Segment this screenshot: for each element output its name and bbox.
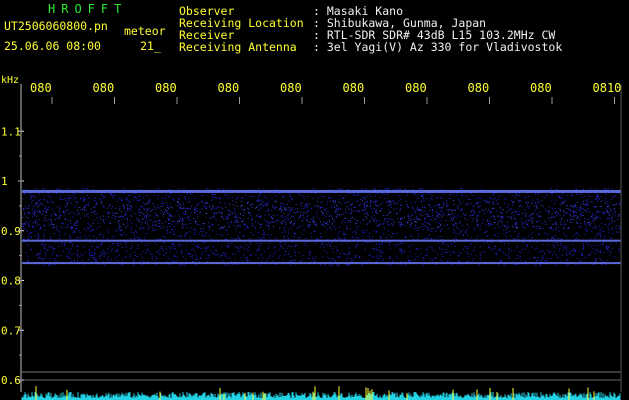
time-tick-label: 080	[343, 81, 365, 95]
time-tick-label: 080	[530, 81, 552, 95]
time-tick-label: 0810	[593, 81, 622, 95]
spectrogram: 080 080 080 080 080 080 080 080 080 0810 1.1 1 0.9 0.…	[1, 75, 623, 400]
time-tick-label: 080	[93, 81, 115, 95]
time-tick-label: 080	[405, 81, 427, 95]
carrier-line	[22, 262, 621, 265]
hrofft-window: HROFFT UT2506060800.pn meteor 25.06.06 0…	[0, 0, 629, 400]
noise-layer	[22, 188, 623, 266]
noise-speckle	[22, 188, 623, 266]
freq-tick-label: 0.9	[1, 225, 21, 238]
carrier-line	[22, 189, 621, 193]
time-tick-label: 080	[468, 81, 490, 95]
carrier-line	[22, 239, 621, 242]
time-tick-label: 080	[218, 81, 240, 95]
freq-unit-label: kHz	[1, 75, 19, 86]
time-tick-label: 080	[30, 81, 52, 95]
bottom-noise	[21, 392, 621, 400]
freq-tick-label: 1	[1, 175, 8, 188]
time-tick-label: 080	[280, 81, 302, 95]
bottom-noise-strip	[21, 386, 621, 400]
freq-tick-label: 1.1	[1, 125, 21, 138]
time-tick-label: 080	[155, 81, 177, 95]
freq-tick-label: 0.7	[1, 324, 21, 337]
freq-tick-label: 0.6	[1, 374, 21, 387]
freq-tick-label: 0.8	[1, 275, 21, 288]
